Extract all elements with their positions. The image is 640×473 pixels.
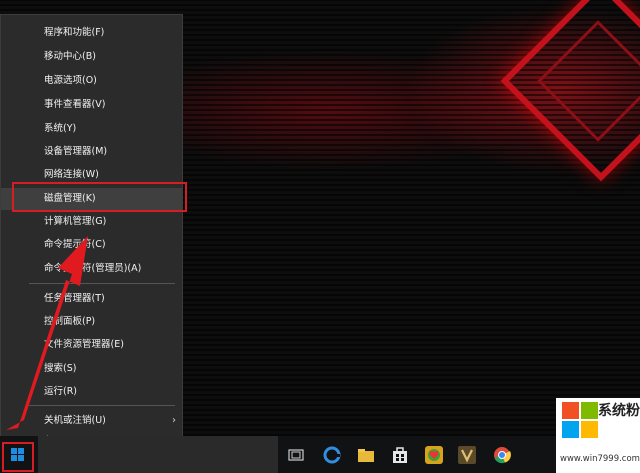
microsoft-logo-icon <box>562 402 598 438</box>
watermark-url: www.win7999.com <box>560 454 640 464</box>
watermark-title: 系统粉 <box>598 403 640 419</box>
red-arrow-annotation <box>6 236 88 430</box>
watermark-logo: 系统粉 www.win7999.com <box>556 398 640 473</box>
